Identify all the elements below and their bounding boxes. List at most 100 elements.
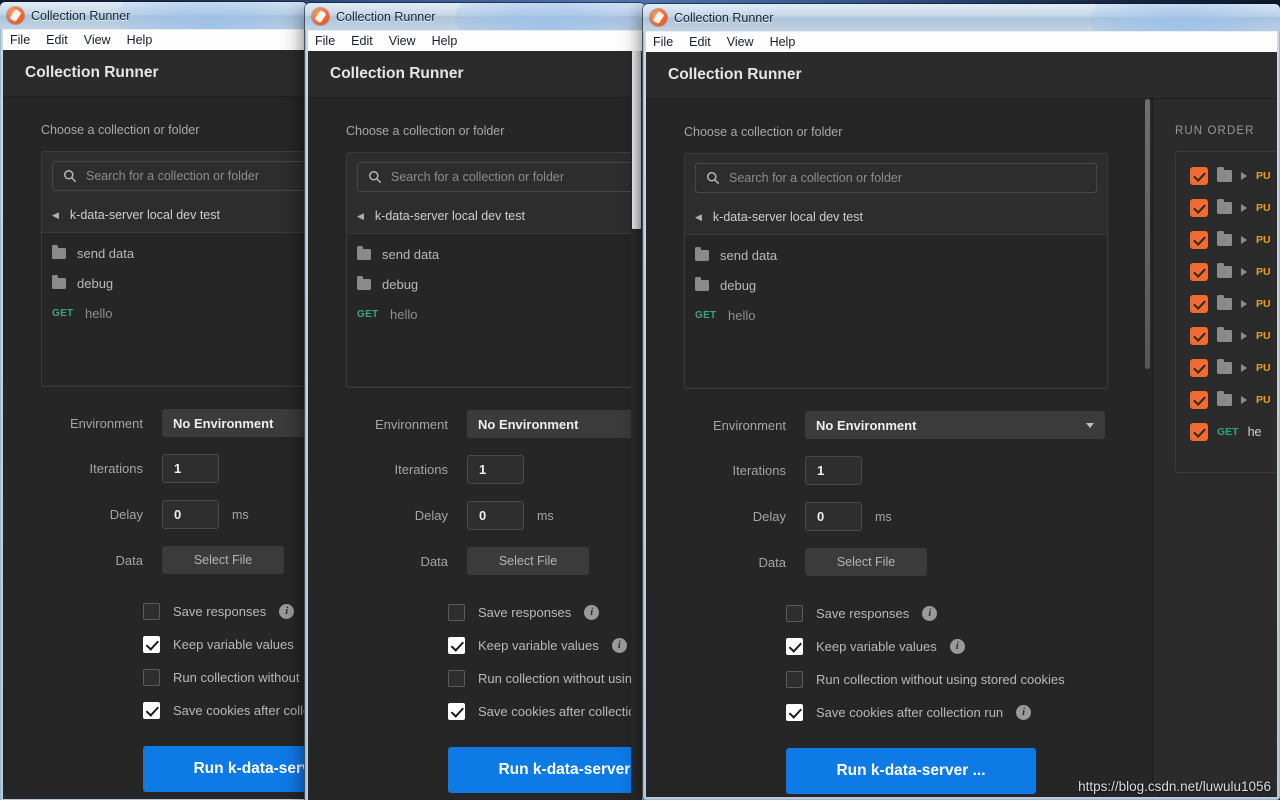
run-order-item[interactable]: GET he <box>1190 416 1277 448</box>
menu-item-file[interactable]: File <box>315 34 335 48</box>
checkbox[interactable] <box>448 604 465 621</box>
checkbox[interactable] <box>143 702 160 719</box>
window-scrollbar[interactable] <box>631 51 642 800</box>
menu-item-help[interactable]: Help <box>770 35 796 49</box>
run-collection-button[interactable]: Run k-data-server ... <box>448 747 642 793</box>
delay-input[interactable]: 0 <box>805 502 862 531</box>
title-bar[interactable]: Collection Runner <box>305 3 645 30</box>
menu-item-help[interactable]: Help <box>432 34 458 48</box>
checkbox[interactable] <box>143 603 160 620</box>
option-keep-variable-values[interactable]: Keep variable values i <box>448 629 642 662</box>
checkbox[interactable] <box>786 671 803 688</box>
iterations-input[interactable]: 1 <box>162 454 219 483</box>
option-keep-variable-values[interactable]: Keep variable values i <box>143 628 304 661</box>
select-file-button[interactable]: Select File <box>805 548 927 576</box>
menu-item-file[interactable]: File <box>653 35 673 49</box>
run-order-item[interactable]: PU <box>1190 192 1277 224</box>
menu-item-view[interactable]: View <box>84 33 111 47</box>
list-item[interactable]: debug <box>347 269 642 299</box>
checkbox[interactable] <box>143 669 160 686</box>
checkbox[interactable] <box>1190 391 1208 409</box>
select-file-button[interactable]: Select File <box>467 547 589 575</box>
info-icon[interactable]: i <box>922 606 938 621</box>
run-order-item[interactable]: PU <box>1190 384 1277 416</box>
checkbox[interactable] <box>1190 167 1208 185</box>
collection-runner-window-2[interactable]: Collection Runner File Edit View Help Co… <box>305 3 645 800</box>
chevron-right-icon[interactable] <box>1241 396 1247 404</box>
option-no-stored-cookies[interactable]: Run collection without using stored cook… <box>448 662 642 695</box>
checkbox[interactable] <box>1190 327 1208 345</box>
menu-item-file[interactable]: File <box>10 33 30 47</box>
option-save-cookies[interactable]: Save cookies after collection run i <box>786 696 1105 729</box>
delay-input[interactable]: 0 <box>162 500 219 529</box>
checkbox[interactable] <box>448 637 465 654</box>
checkbox[interactable] <box>448 703 465 720</box>
checkbox[interactable] <box>786 605 803 622</box>
list-item[interactable]: send data <box>42 238 304 268</box>
search-input[interactable] <box>391 170 642 184</box>
run-collection-button[interactable]: Run k-data-server ... <box>143 746 304 792</box>
menu-item-edit[interactable]: Edit <box>46 33 68 47</box>
pane-divider-scrollbar[interactable] <box>1143 99 1152 794</box>
breadcrumb[interactable]: ◀ k-data-server local dev test <box>42 198 304 233</box>
checkbox[interactable] <box>1190 423 1208 441</box>
menu-bar[interactable]: File Edit View Help <box>308 30 642 51</box>
search-input[interactable] <box>86 169 304 183</box>
iterations-input[interactable]: 1 <box>805 456 862 485</box>
search-row[interactable] <box>357 162 642 192</box>
chevron-right-icon[interactable] <box>1241 300 1247 308</box>
chevron-right-icon[interactable] <box>1241 172 1247 180</box>
option-keep-variable-values[interactable]: Keep variable values i <box>786 630 1105 663</box>
scrollbar-thumb[interactable] <box>632 51 641 229</box>
menu-item-view[interactable]: View <box>389 34 416 48</box>
select-file-button[interactable]: Select File <box>162 546 284 574</box>
collection-picker[interactable]: ◀ k-data-server local dev test send data <box>41 151 304 387</box>
list-item[interactable]: send data <box>685 240 1107 270</box>
collection-picker[interactable]: ◀ k-data-server local dev test send data <box>346 152 642 388</box>
search-row[interactable] <box>52 161 304 191</box>
checkbox[interactable] <box>786 638 803 655</box>
run-collection-button[interactable]: Run k-data-server ... <box>786 748 1036 794</box>
iterations-input[interactable]: 1 <box>467 455 524 484</box>
checkbox[interactable] <box>143 636 160 653</box>
search-input[interactable] <box>729 171 1086 185</box>
title-bar[interactable]: Collection Runner <box>643 4 1280 31</box>
list-item[interactable]: GET hello <box>42 298 304 328</box>
chevron-right-icon[interactable] <box>1241 236 1247 244</box>
menu-item-help[interactable]: Help <box>127 33 153 47</box>
list-item[interactable]: debug <box>685 270 1107 300</box>
checkbox[interactable] <box>1190 231 1208 249</box>
run-order-item[interactable]: PU <box>1190 288 1277 320</box>
option-save-responses[interactable]: Save responses i <box>448 596 642 629</box>
chevron-right-icon[interactable] <box>1241 204 1247 212</box>
checkbox[interactable] <box>1190 263 1208 281</box>
menu-bar[interactable]: File Edit View Help <box>3 29 304 50</box>
environment-select[interactable]: No Environment <box>467 410 642 438</box>
run-order-item[interactable]: PU <box>1190 160 1277 192</box>
menu-item-edit[interactable]: Edit <box>689 35 711 49</box>
menu-bar[interactable]: File Edit View Help <box>646 31 1277 52</box>
list-item[interactable]: send data <box>347 239 642 269</box>
collection-picker[interactable]: ◀ k-data-server local dev test send data <box>684 153 1108 389</box>
list-item[interactable]: GET hello <box>347 299 642 329</box>
menu-item-view[interactable]: View <box>727 35 754 49</box>
checkbox[interactable] <box>786 704 803 721</box>
option-save-cookies[interactable]: Save cookies after collection run i <box>448 695 642 728</box>
breadcrumb[interactable]: ◀ k-data-server local dev test <box>347 199 642 234</box>
info-icon[interactable]: i <box>584 605 600 620</box>
option-no-stored-cookies[interactable]: Run collection without using stored cook… <box>786 663 1105 696</box>
info-icon[interactable]: i <box>611 638 627 653</box>
option-save-responses[interactable]: Save responses i <box>786 597 1105 630</box>
delay-input[interactable]: 0 <box>467 501 524 530</box>
environment-select[interactable]: No Environment <box>162 409 304 437</box>
option-save-cookies[interactable]: Save cookies after collection run i <box>143 694 304 727</box>
info-icon[interactable]: i <box>949 639 965 654</box>
collection-runner-window-1[interactable]: Collection Runner File Edit View Help Co… <box>0 2 307 800</box>
collection-runner-window-3[interactable]: Collection Runner File Edit View Help Co… <box>643 4 1280 800</box>
checkbox[interactable] <box>448 670 465 687</box>
list-item[interactable]: GET hello <box>685 300 1107 330</box>
checkbox[interactable] <box>1190 199 1208 217</box>
run-order-item[interactable]: PU <box>1190 320 1277 352</box>
chevron-right-icon[interactable] <box>1241 364 1247 372</box>
chevron-right-icon[interactable] <box>1241 268 1247 276</box>
